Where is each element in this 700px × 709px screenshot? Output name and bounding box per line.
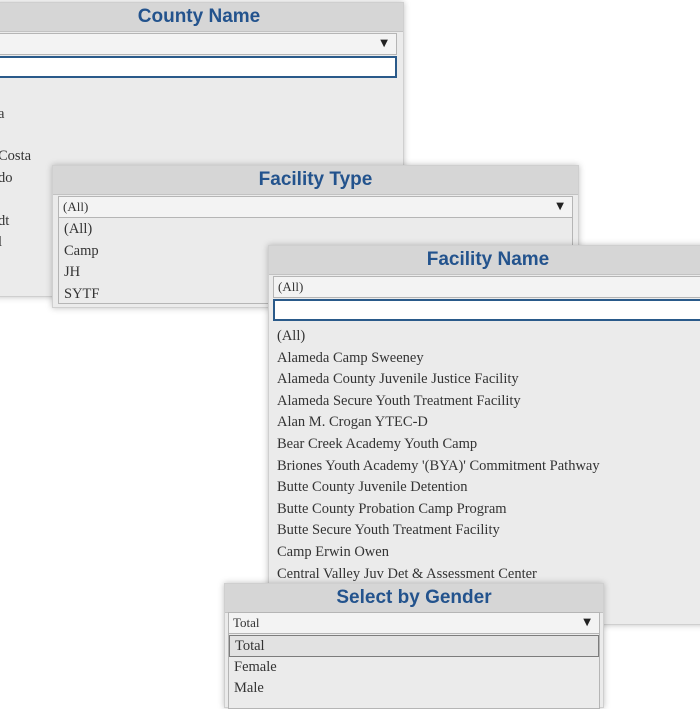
list-item[interactable]: Alameda County Juvenile Justice Facility [272,369,600,391]
list-item[interactable]: JH [59,262,99,284]
gender-selected: Total [233,615,260,630]
facility-name-title: Facility Name [269,246,700,275]
list-item[interactable]: Costa [0,146,31,168]
list-item[interactable]: (All) [59,219,99,241]
list-item[interactable]: Male [229,678,599,700]
list-item[interactable]: Butte County Juvenile Detention [272,477,600,499]
list-item[interactable]: Butte County Probation Camp Program [272,499,600,521]
list-item[interactable]: Female [229,657,599,679]
gender-title: Select by Gender [225,584,603,613]
list-item[interactable]: SYTF [59,284,99,306]
facility-name-options-list: (All) Alameda Camp Sweeney Alameda Count… [272,326,600,585]
facility-name-dropdown[interactable]: (All) [273,276,700,298]
list-item[interactable]: (All) [272,326,600,348]
caret-down-icon: ▼ [583,617,591,628]
list-item[interactable]: Alameda Camp Sweeney [272,348,600,370]
facility-type-selected: (All) [63,199,89,214]
list-item[interactable]: Alameda Secure Youth Treatment Facility [272,391,600,413]
facility-name-panel: Facility Name (All) (All) Alameda Camp S… [268,245,700,625]
list-item[interactable]: a [0,104,4,126]
gender-options-list: Total Female Male [228,634,600,709]
county-name-title: County Name [0,3,403,32]
list-item[interactable]: Central Valley Juv Det & Assessment Cent… [272,564,600,586]
list-item[interactable]: Camp [59,241,99,263]
county-search-input[interactable] [0,56,397,78]
list-item[interactable]: l [0,232,2,254]
facility-name-selected: (All) [278,279,304,294]
list-item[interactable]: dt [0,211,9,233]
list-item[interactable]: Total [229,635,599,657]
list-item[interactable]: Camp Erwin Owen [272,542,600,564]
list-item[interactable]: Briones Youth Academy '(BYA)' Commitment… [272,456,600,478]
list-item[interactable]: Alan M. Crogan YTEC-D [272,412,600,434]
list-item[interactable]: Butte Secure Youth Treatment Facility [272,520,600,542]
gender-panel: Select by Gender Total ▼ Total Female Ma… [224,583,604,709]
facility-name-search-input[interactable] [273,299,700,321]
county-name-dropdown[interactable]: ▼ [0,33,397,55]
gender-dropdown[interactable]: Total ▼ [228,612,600,634]
list-item[interactable]: Bear Creek Academy Youth Camp [272,434,600,456]
list-item[interactable]: do [0,168,13,190]
caret-down-icon: ▼ [556,201,564,212]
facility-type-dropdown[interactable]: (All) ▼ [58,196,573,218]
facility-type-title: Facility Type [53,166,578,195]
caret-down-icon: ▼ [380,38,388,49]
